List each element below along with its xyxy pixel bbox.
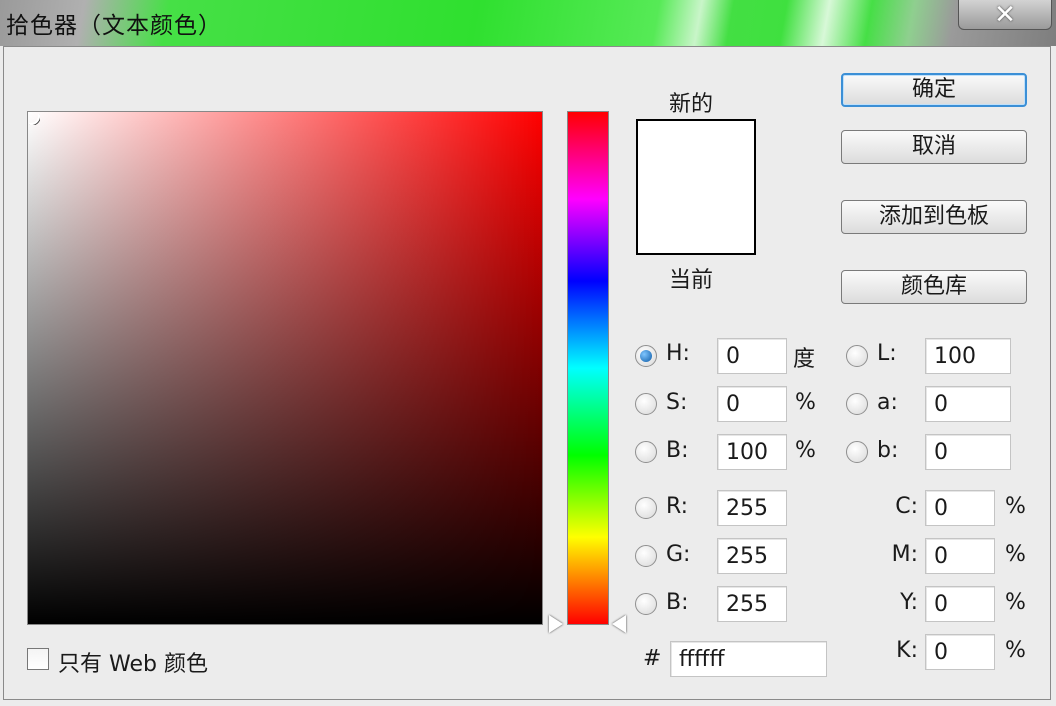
lab-l-radio[interactable] (846, 345, 868, 367)
hex-input[interactable]: ffffff (670, 641, 827, 677)
web-colors-only-checkbox[interactable] (27, 648, 49, 670)
lab-a-input[interactable]: 0 (925, 386, 1011, 422)
green-label: G: (666, 542, 691, 567)
green-input[interactable]: 255 (717, 538, 787, 574)
magenta-label: M: (891, 542, 918, 567)
current-color-swatch[interactable] (638, 187, 754, 253)
hue-label: H: (666, 341, 690, 366)
hex-label: # (643, 646, 662, 671)
hue-unit: 度 (793, 347, 816, 372)
saturation-unit: % (795, 390, 816, 415)
yellow-input[interactable]: 0 (925, 586, 995, 622)
yellow-label: Y: (900, 590, 918, 615)
saturation-radio[interactable] (635, 393, 657, 415)
blue-label: B: (666, 590, 689, 615)
close-button[interactable]: ✕ (958, 0, 1052, 30)
new-color-label: 新的 (669, 92, 714, 117)
cyan-input[interactable]: 0 (925, 490, 995, 526)
color-libraries-button[interactable]: 颜色库 (841, 270, 1027, 304)
red-radio[interactable] (635, 497, 657, 519)
black-input[interactable]: 0 (925, 634, 995, 670)
lab-b-label: b: (877, 438, 899, 463)
black-label: K: (896, 638, 918, 663)
new-color-swatch (638, 121, 754, 187)
magenta-unit: % (1005, 542, 1026, 567)
saturation-label: S: (666, 390, 688, 415)
blue-input[interactable]: 255 (717, 586, 787, 622)
blue-radio[interactable] (635, 593, 657, 615)
hue-slider[interactable] (567, 111, 609, 625)
hue-input[interactable]: 0 (717, 338, 787, 374)
yellow-unit: % (1005, 590, 1026, 615)
cyan-unit: % (1005, 494, 1026, 519)
cyan-label: C: (895, 494, 918, 519)
current-color-label: 当前 (669, 268, 714, 293)
saturation-input[interactable]: 0 (717, 386, 787, 422)
window-title: 拾色器（文本颜色） (6, 13, 222, 39)
black-unit: % (1005, 638, 1026, 663)
lab-a-radio[interactable] (846, 393, 868, 415)
hue-slider-right-handle[interactable] (612, 615, 626, 633)
close-icon: ✕ (994, 0, 1016, 30)
hue-radio[interactable] (635, 345, 657, 367)
saturation-brightness-field[interactable] (27, 111, 543, 625)
lab-b-input[interactable]: 0 (925, 434, 1011, 470)
cancel-button[interactable]: 取消 (841, 130, 1027, 164)
brightness-input[interactable]: 100 (717, 434, 787, 470)
hue-slider-left-handle[interactable] (549, 615, 563, 633)
lab-l-input[interactable]: 100 (925, 338, 1011, 374)
brightness-label: B: (666, 438, 689, 463)
color-comparison-swatch (636, 119, 756, 255)
magenta-input[interactable]: 0 (925, 538, 995, 574)
green-radio[interactable] (635, 545, 657, 567)
web-colors-only-label: 只有 Web 颜色 (58, 652, 208, 677)
lab-b-radio[interactable] (846, 441, 868, 463)
title-bar: 拾色器（文本颜色） ✕ (0, 0, 1056, 46)
lab-a-label: a: (877, 390, 898, 415)
brightness-unit: % (795, 438, 816, 463)
red-label: R: (666, 494, 689, 519)
ok-button[interactable]: 确定 (841, 73, 1027, 107)
add-to-swatches-button[interactable]: 添加到色板 (841, 200, 1027, 234)
brightness-radio[interactable] (635, 441, 657, 463)
red-input[interactable]: 255 (717, 490, 787, 526)
lab-l-label: L: (877, 341, 897, 366)
